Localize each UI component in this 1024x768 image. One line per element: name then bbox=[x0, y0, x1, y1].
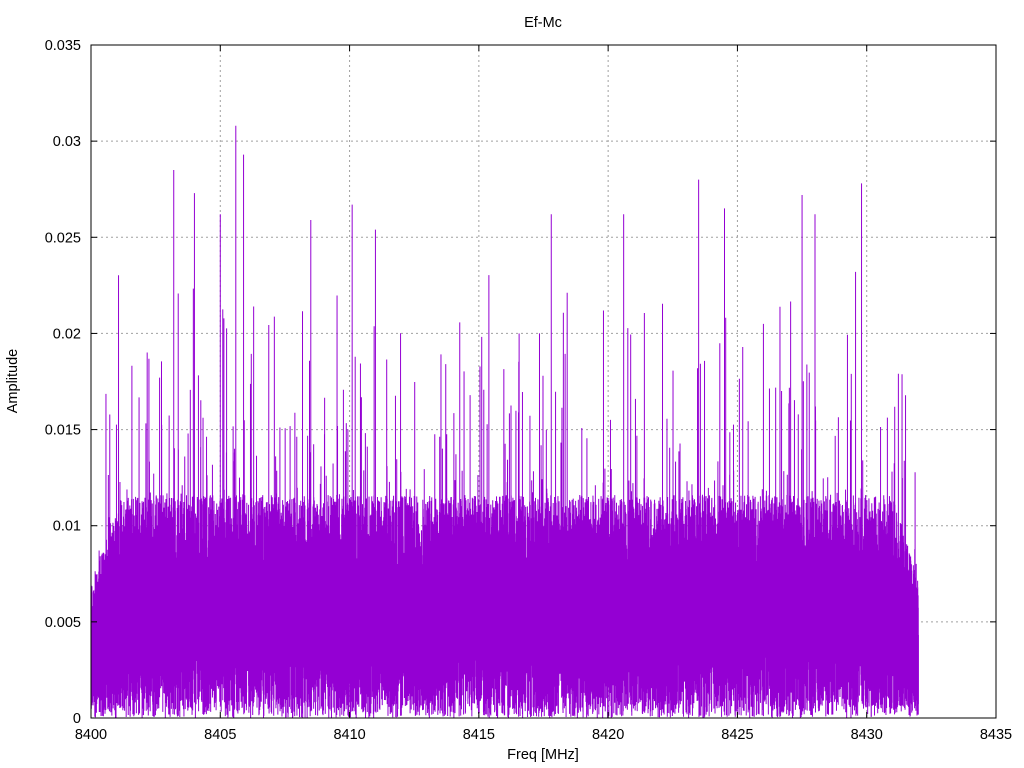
x-tick-label: 8430 bbox=[851, 727, 883, 743]
y-tick-label: 0.03 bbox=[53, 134, 81, 150]
x-tick-label: 8415 bbox=[463, 727, 495, 743]
y-tick-label: 0.015 bbox=[45, 423, 81, 439]
x-tick-label: 8420 bbox=[592, 727, 624, 743]
y-tick-label: 0.035 bbox=[45, 38, 81, 54]
x-tick-label: 8435 bbox=[980, 727, 1012, 743]
x-tick-label: 8405 bbox=[204, 727, 236, 743]
spectrum-trace bbox=[90, 125, 919, 718]
y-tick-label: 0.005 bbox=[45, 615, 81, 631]
y-tick-label: 0 bbox=[73, 711, 81, 727]
x-tick-label: 8410 bbox=[333, 727, 365, 743]
x-tick-label: 8425 bbox=[721, 727, 753, 743]
chart-title: Ef-Mc bbox=[524, 15, 562, 31]
x-tick-labels: 8400 8405 8410 8415 8420 8425 8430 8435 bbox=[75, 727, 1012, 743]
y-tick-label: 0.02 bbox=[53, 326, 81, 342]
y-tick-labels: 0 0.005 0.01 0.015 0.02 0.025 0.03 0.035 bbox=[45, 38, 81, 727]
spectrum-chart: 8400 8405 8410 8415 8420 8425 8430 8435 00.0050… bbox=[5, 15, 1012, 763]
y-tick-label: 0.01 bbox=[53, 519, 81, 535]
x-axis-label: Freq [MHz] bbox=[507, 747, 579, 763]
series-ef-mc bbox=[90, 125, 919, 718]
y-tick-label: 0.025 bbox=[45, 230, 81, 246]
y-axis-label: Amplitude bbox=[5, 349, 21, 413]
x-tick-label: 8400 bbox=[75, 727, 107, 743]
